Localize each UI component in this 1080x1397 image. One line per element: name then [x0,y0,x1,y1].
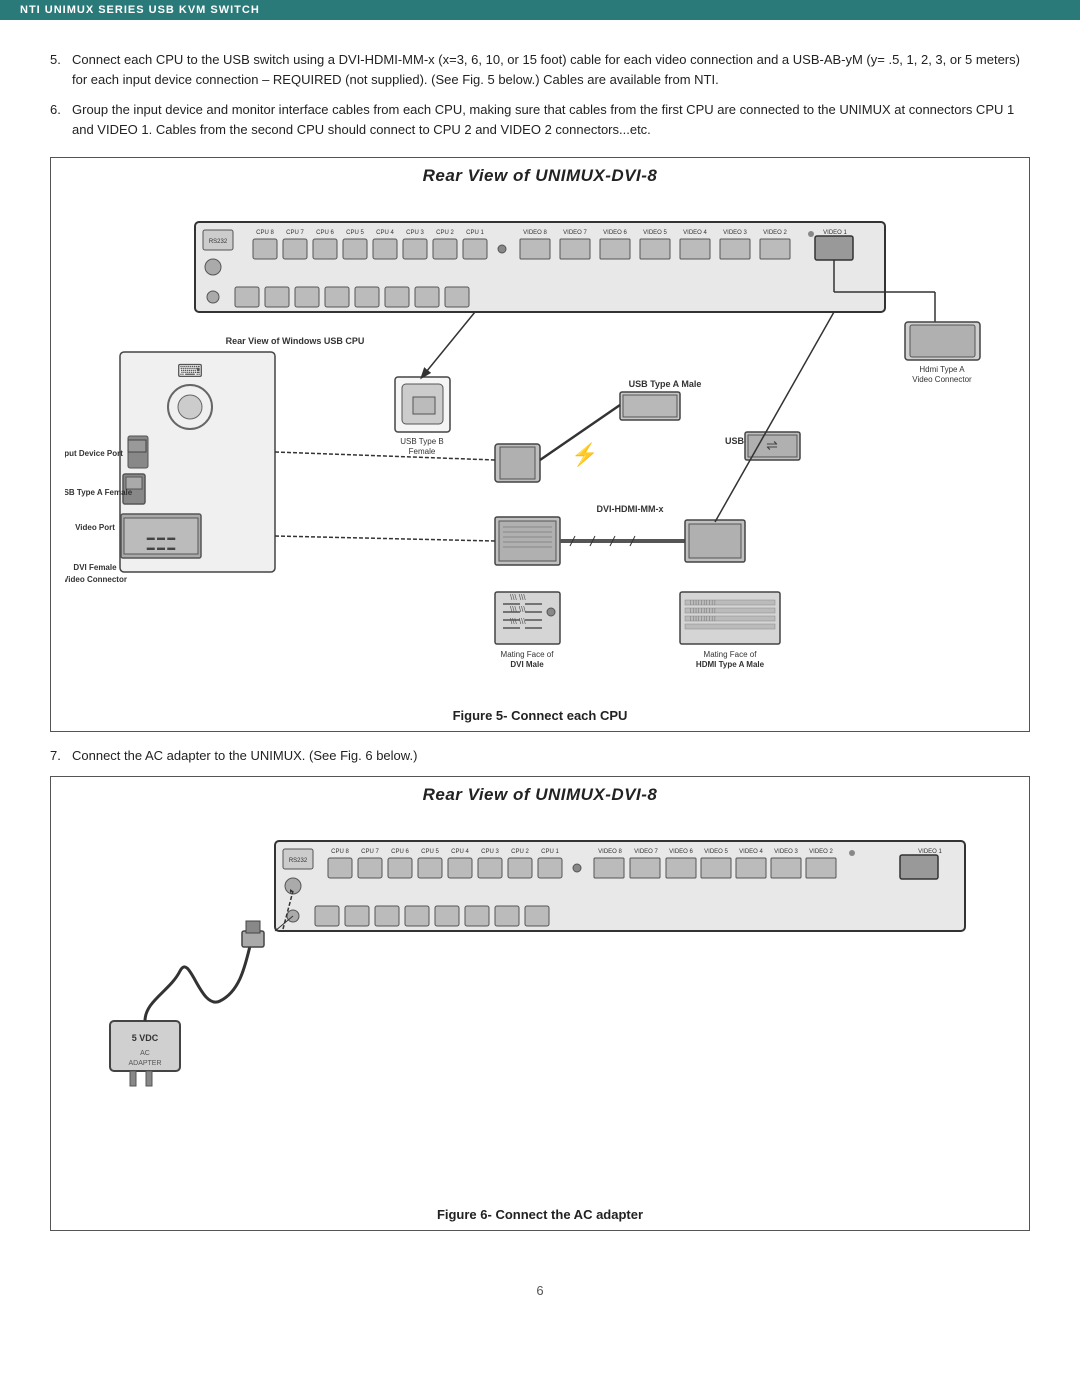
page-footer: 6 [0,1265,1080,1306]
svg-text:VIDEO 2: VIDEO 2 [763,230,787,236]
item-6-num: 6. [50,100,72,140]
svg-text:DVI-HDMI-MM-x: DVI-HDMI-MM-x [597,504,664,514]
svg-text:VIDEO 8: VIDEO 8 [598,849,622,855]
svg-text:\\\ \\\: \\\ \\\ [510,593,526,602]
svg-text:DVI Female: DVI Female [73,563,117,572]
svg-text:USB Type A Female: USB Type A Female [65,488,133,497]
list-item-6: 6. Group the input device and monitor in… [50,100,1030,140]
svg-text:CPU 6: CPU 6 [316,230,334,236]
item-6-text: Group the input device and monitor inter… [72,100,1030,140]
figure6-title: Rear View of UNIMUX-DVI-8 [51,777,1029,811]
svg-text:⌨: ⌨ [177,361,203,381]
svg-text:CPU 3: CPU 3 [481,849,499,855]
svg-text:VIDEO 3: VIDEO 3 [723,230,747,236]
svg-text:| | | | | | | | | |: | | | | | | | | | | [690,600,716,606]
svg-text:Input Device Port: Input Device Port [65,449,123,458]
figure5-box: Rear View of UNIMUX-DVI-8 RS232 CPU 8 CP… [50,157,1030,732]
list-item-5: 5. Connect each CPU to the USB switch us… [50,50,1030,90]
svg-text:| | | | | | | | | |: | | | | | | | | | | [690,608,716,614]
page-number: 6 [536,1283,543,1298]
list-item-7: 7. Connect the AC adapter to the UNIMUX.… [50,746,1030,766]
svg-text:CPU 4: CPU 4 [376,230,394,236]
svg-text:Female: Female [409,447,436,456]
item-7-text: Connect the AC adapter to the UNIMUX. (S… [72,746,417,766]
svg-text:CPU 5: CPU 5 [346,230,364,236]
svg-text:\\\ \\\: \\\ \\\ [510,617,526,626]
item-7-num: 7. [50,746,72,766]
svg-text:CPU 7: CPU 7 [361,849,379,855]
svg-text:VIDEO 5: VIDEO 5 [643,230,667,236]
svg-text:CPU 8: CPU 8 [256,230,274,236]
svg-text:Hdmi Type A: Hdmi Type A [919,365,965,374]
svg-text:DVI Male: DVI Male [510,660,544,669]
svg-text:VIDEO 3: VIDEO 3 [774,849,798,855]
svg-text:USB Type B: USB Type B [400,437,443,446]
svg-text:AC: AC [140,1050,150,1057]
item-5-text: Connect each CPU to the USB switch using… [72,50,1030,90]
svg-text:VIDEO 7: VIDEO 7 [634,849,658,855]
svg-text:VIDEO 1: VIDEO 1 [823,230,847,236]
svg-text:VIDEO 4: VIDEO 4 [739,849,763,855]
svg-text:HDMI Type A Male: HDMI Type A Male [696,660,765,669]
svg-text:ADAPTER: ADAPTER [128,1060,161,1067]
svg-text:Rear View of Windows USB CPU: Rear View of Windows USB CPU [226,336,365,346]
svg-text:CPU 7: CPU 7 [286,230,304,236]
svg-text:CPU 1: CPU 1 [466,230,484,236]
svg-text:⚡: ⚡ [571,442,598,468]
figure6-box: Rear View of UNIMUX-DVI-8 RS232 CPU 8 CP… [50,776,1030,1231]
svg-text:Video Port: Video Port [75,523,115,532]
svg-text:RS232: RS232 [289,858,308,864]
svg-text:▬ ▬ ▬: ▬ ▬ ▬ [147,533,175,542]
svg-text:\\\ \\\: \\\ \\\ [510,605,526,614]
svg-text:USB Type A Male: USB Type A Male [629,379,702,389]
svg-text:| | | | | | | | | |: | | | | | | | | | | [690,616,716,622]
svg-text:CPU 2: CPU 2 [436,230,454,236]
svg-text:CPU 2: CPU 2 [511,849,529,855]
figure5-title: Rear View of UNIMUX-DVI-8 [51,158,1029,192]
svg-text:VIDEO 8: VIDEO 8 [523,230,547,236]
svg-text:VIDEO 2: VIDEO 2 [809,849,833,855]
header-title: NTI UNIMUX SERIES USB KVM SWITCH [20,4,260,16]
svg-text:Video Connector: Video Connector [65,575,127,584]
page-header: NTI UNIMUX SERIES USB KVM SWITCH [0,0,1080,20]
svg-text:Mating Face of: Mating Face of [704,650,758,659]
item-5-num: 5. [50,50,72,90]
svg-text:RS232: RS232 [209,239,228,245]
svg-text:VIDEO 7: VIDEO 7 [563,230,587,236]
svg-text:VIDEO 1: VIDEO 1 [918,849,942,855]
svg-text:Video Connector: Video Connector [912,375,972,384]
svg-text:VIDEO 5: VIDEO 5 [704,849,728,855]
svg-text:CPU 4: CPU 4 [451,849,469,855]
figure5-caption: Figure 5- Connect each CPU [51,702,1029,731]
svg-text:Mating Face of: Mating Face of [501,650,555,659]
svg-text:VIDEO 6: VIDEO 6 [603,230,627,236]
svg-text:CPU 1: CPU 1 [541,849,559,855]
figure6-diagram: RS232 CPU 8 CPU 7 CPU 6 CPU 5 CPU 4 CPU … [90,811,990,1191]
svg-text:CPU 3: CPU 3 [406,230,424,236]
figure5-diagram: RS232 CPU 8 CPU 7 CPU 6 CPU 5 CPU 4 CPU … [65,192,1015,692]
svg-text:⇌: ⇌ [766,437,778,453]
svg-text:VIDEO 6: VIDEO 6 [669,849,693,855]
svg-text:VIDEO 4: VIDEO 4 [683,230,707,236]
svg-text:CPU 5: CPU 5 [421,849,439,855]
svg-text:5 VDC: 5 VDC [132,1033,159,1043]
svg-text:CPU 6: CPU 6 [391,849,409,855]
svg-text:CPU 8: CPU 8 [331,849,349,855]
figure6-caption: Figure 6- Connect the AC adapter [51,1201,1029,1230]
svg-text:▬ ▬ ▬: ▬ ▬ ▬ [147,543,175,552]
